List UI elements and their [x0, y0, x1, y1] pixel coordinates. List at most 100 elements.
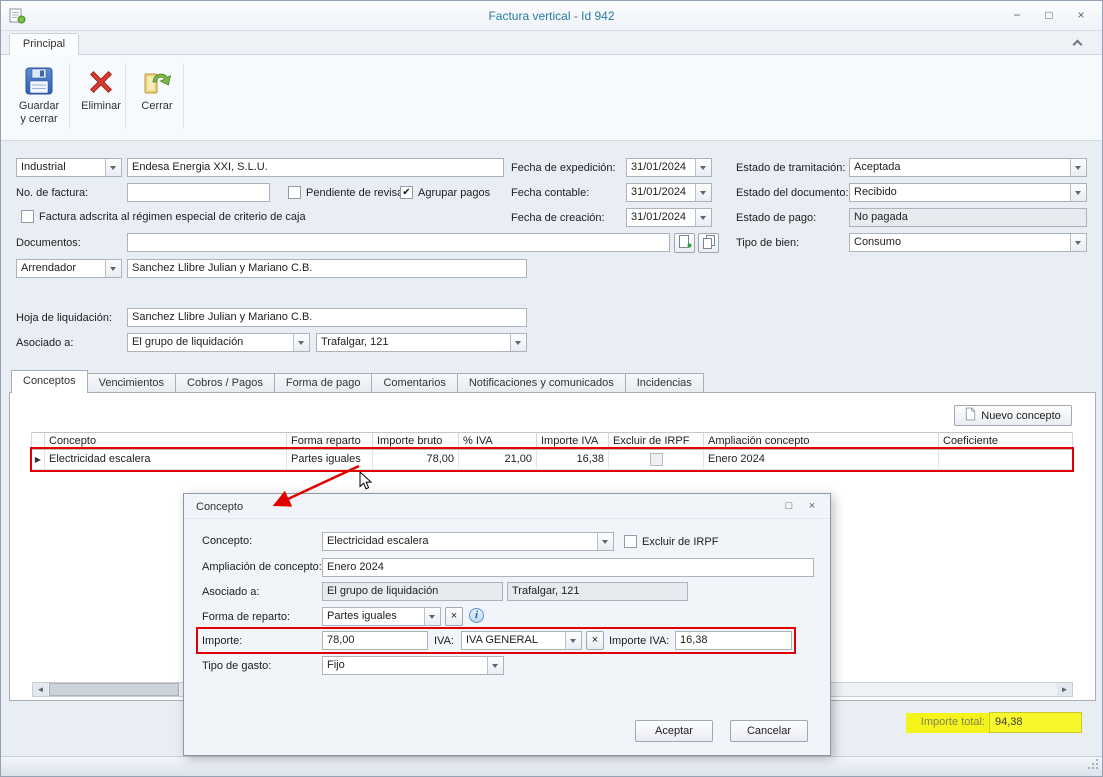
hoja-liquidacion-field[interactable]: Sanchez Llibre Julian y Mariano C.B.: [127, 308, 527, 327]
scroll-left-icon[interactable]: ◄: [33, 683, 48, 696]
chevron-down-icon[interactable]: [597, 533, 613, 550]
cell-importe-iva[interactable]: 16,38: [537, 450, 609, 470]
clear-iva-button[interactable]: ×: [586, 631, 604, 650]
column-header-forma-reparto[interactable]: Forma reparto: [287, 432, 373, 450]
close-window-button[interactable]: Cerrar: [129, 59, 185, 135]
column-header-concepto[interactable]: Concepto: [45, 432, 287, 450]
cell-concepto[interactable]: Electricidad escalera: [45, 450, 287, 470]
pendiente-revisar-label: Pendiente de revisar: [306, 187, 407, 199]
asociado-propiedad-combobox[interactable]: Trafalgar, 121: [316, 333, 527, 352]
resize-grip-icon[interactable]: [1087, 758, 1099, 773]
tab-cobros-pagos[interactable]: Cobros / Pagos: [175, 373, 275, 393]
dialog-maximize-icon[interactable]: □: [779, 499, 799, 515]
attach-document-button[interactable]: [674, 233, 695, 253]
fecha-contable-field[interactable]: 31/01/2024: [626, 183, 712, 202]
importe-total-label: Importe total:: [906, 713, 989, 733]
estado-documento-combobox[interactable]: Recibido: [849, 183, 1087, 202]
fecha-expedicion-value: 31/01/2024: [631, 161, 686, 173]
hoja-liquidacion-label: Hoja de liquidación:: [16, 312, 112, 324]
save-and-close-button[interactable]: Guardar y cerrar: [11, 59, 67, 135]
arrendador-tipo-value: Arrendador: [21, 262, 76, 274]
dialog-tipo-gasto-combobox[interactable]: Fijo: [322, 656, 504, 675]
scroll-right-icon[interactable]: ►: [1057, 683, 1072, 696]
asociado-grupo-combobox[interactable]: El grupo de liquidación: [127, 333, 310, 352]
estado-tramitacion-combobox[interactable]: Aceptada: [849, 158, 1087, 177]
pendiente-revisar-checkbox[interactable]: [288, 186, 301, 199]
tab-notificaciones[interactable]: Notificaciones y comunicados: [457, 373, 626, 393]
proveedor-field[interactable]: Endesa Energia XXI, S.L.U.: [127, 158, 504, 177]
chevron-down-icon[interactable]: [510, 334, 526, 351]
tab-conceptos[interactable]: Conceptos: [11, 370, 88, 393]
fecha-creacion-label: Fecha de creación:: [511, 212, 605, 224]
fecha-expedicion-field[interactable]: 31/01/2024: [626, 158, 712, 177]
column-header-importe-iva[interactable]: Importe IVA: [537, 432, 609, 450]
column-header-excluir-irpf[interactable]: Excluir de IRPF: [609, 432, 704, 450]
dialog-asociado-grupo-field: El grupo de liquidación: [322, 582, 503, 601]
chevron-down-icon[interactable]: [695, 209, 711, 226]
tab-principal[interactable]: Principal: [9, 33, 79, 56]
excluir-irpf-grid-checkbox[interactable]: [650, 453, 663, 466]
concepto-dialog: Concepto □ × Concepto: Electricidad esca…: [183, 493, 831, 756]
chevron-down-icon[interactable]: [1070, 184, 1086, 201]
nuevo-concepto-button[interactable]: Nuevo concepto: [954, 405, 1072, 426]
dialog-tipo-gasto-value: Fijo: [327, 659, 345, 671]
delete-button[interactable]: Eliminar: [73, 59, 129, 135]
cell-forma-reparto[interactable]: Partes iguales: [287, 450, 373, 470]
maximize-icon[interactable]: □: [1036, 7, 1062, 25]
cell-iva[interactable]: 21,00: [459, 450, 537, 470]
dialog-iva-combobox[interactable]: IVA GENERAL: [461, 631, 582, 650]
chevron-down-icon[interactable]: [1070, 159, 1086, 176]
minimize-icon[interactable]: −: [1004, 7, 1030, 25]
tab-incidencias[interactable]: Incidencias: [625, 373, 704, 393]
chevron-down-icon[interactable]: [1070, 234, 1086, 251]
dialog-forma-reparto-combobox[interactable]: Partes iguales: [322, 607, 441, 626]
chevron-down-icon[interactable]: [105, 260, 121, 277]
dialog-excluir-irpf-checkbox[interactable]: [624, 535, 637, 548]
column-header-importe-bruto[interactable]: Importe bruto: [373, 432, 459, 450]
chevron-down-icon[interactable]: [695, 184, 711, 201]
cell-importe-bruto[interactable]: 78,00: [373, 450, 459, 470]
copy-document-button[interactable]: [698, 233, 719, 253]
scrollbar-thumb[interactable]: [49, 683, 179, 696]
tipo-bien-combobox[interactable]: Consumo: [849, 233, 1087, 252]
aceptar-button[interactable]: Aceptar: [635, 720, 713, 742]
current-row-icon: ▶: [35, 455, 41, 464]
column-header-coeficiente[interactable]: Coeficiente: [939, 432, 1073, 450]
tipo-bien-label: Tipo de bien:: [736, 237, 799, 249]
criterio-caja-checkbox[interactable]: [21, 210, 34, 223]
dialog-ampliacion-field[interactable]: Enero 2024: [322, 558, 814, 577]
tab-vencimientos[interactable]: Vencimientos: [87, 373, 176, 393]
cancelar-button[interactable]: Cancelar: [730, 720, 808, 742]
no-factura-field[interactable]: [127, 183, 270, 202]
cell-ampliacion[interactable]: Enero 2024: [704, 450, 939, 470]
estado-documento-label: Estado del documento:: [736, 187, 849, 199]
clear-forma-reparto-button[interactable]: ×: [445, 607, 463, 626]
dialog-importe-field[interactable]: 78,00: [322, 631, 428, 650]
tab-forma-de-pago[interactable]: Forma de pago: [274, 373, 373, 393]
dialog-asociado-propiedad-field: Trafalgar, 121: [507, 582, 688, 601]
documentos-field[interactable]: [127, 233, 670, 252]
chevron-down-icon[interactable]: [105, 159, 121, 176]
chevron-down-icon[interactable]: [695, 159, 711, 176]
collapse-ribbon-button[interactable]: [1066, 36, 1088, 52]
cell-coeficiente[interactable]: [939, 450, 1073, 470]
chevron-down-icon[interactable]: [487, 657, 503, 674]
fecha-creacion-field[interactable]: 31/01/2024: [626, 208, 712, 227]
tipo-titular-combobox[interactable]: Industrial: [16, 158, 122, 177]
agrupar-pagos-checkbox[interactable]: ✔: [400, 186, 413, 199]
column-header-iva[interactable]: % IVA: [459, 432, 537, 450]
dialog-tipo-gasto-label: Tipo de gasto:: [202, 660, 271, 672]
dialog-concepto-combobox[interactable]: Electricidad escalera: [322, 532, 614, 551]
copy-icon: [702, 235, 716, 252]
column-header-ampliacion[interactable]: Ampliación concepto: [704, 432, 939, 450]
chevron-down-icon[interactable]: [565, 632, 581, 649]
tab-comentarios[interactable]: Comentarios: [371, 373, 457, 393]
info-icon[interactable]: i: [469, 608, 484, 623]
close-icon[interactable]: ×: [1068, 7, 1094, 25]
arrendador-field[interactable]: Sanchez Llibre Julian y Mariano C.B.: [127, 259, 527, 278]
dialog-close-icon[interactable]: ×: [802, 499, 822, 515]
chevron-down-icon[interactable]: [424, 608, 440, 625]
dialog-importe-iva-field[interactable]: 16,38: [675, 631, 792, 650]
arrendador-tipo-combobox[interactable]: Arrendador: [16, 259, 122, 278]
chevron-down-icon[interactable]: [293, 334, 309, 351]
